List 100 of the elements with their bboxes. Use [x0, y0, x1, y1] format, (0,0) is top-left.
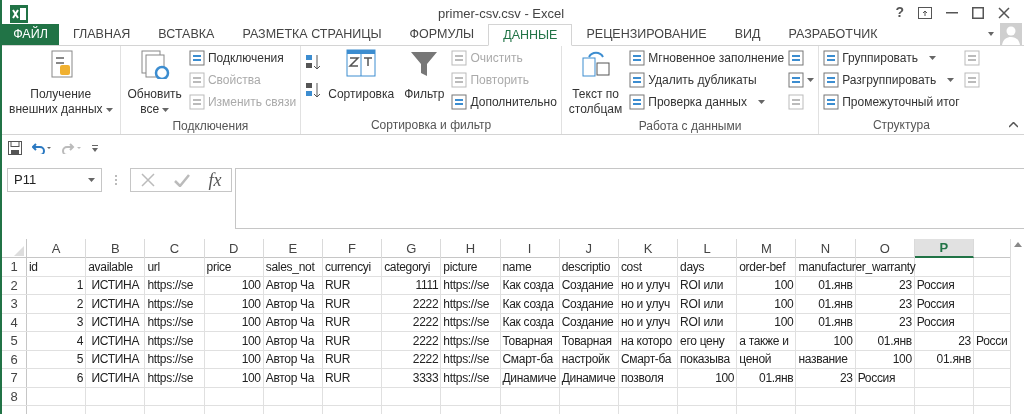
table-cell: 6 [76, 369, 84, 387]
caret-icon [88, 178, 95, 182]
ribbon-button[interactable]: Группировать [823, 49, 960, 66]
column-header[interactable]: E [263, 239, 323, 258]
table-cell: https://se [147, 295, 194, 313]
row-header[interactable]: 7 [10, 368, 18, 388]
column-header[interactable]: L [678, 239, 738, 258]
table-cell-text: название [798, 351, 848, 368]
caret-icon [929, 55, 936, 60]
column-header[interactable]: F [322, 239, 383, 258]
caret-icon [105, 107, 113, 112]
table-cell: name [502, 258, 532, 276]
table-cell: 100 [241, 332, 261, 350]
customize-toolbar-icon[interactable] [92, 144, 98, 152]
excel-logo-icon[interactable] [10, 4, 28, 23]
ribbon-button[interactable]: Промежуточный итог [823, 93, 960, 110]
table-cell-text: 100 [241, 277, 261, 294]
ribbon-button[interactable]: Текст по столбцам [565, 49, 626, 117]
table-cell: ИСТИНА [91, 295, 140, 313]
row-header[interactable]: 6 [10, 349, 18, 369]
ribbon-button[interactable]: Мгновенное заполнение [629, 49, 785, 66]
ribbon-icon-button[interactable] [788, 71, 815, 88]
column-header[interactable]: B [86, 239, 146, 258]
column-header[interactable]: J [559, 239, 619, 258]
caret-icon[interactable] [988, 32, 994, 36]
vertical-scrollbar[interactable] [1010, 239, 1024, 414]
ribbon-button[interactable]: Проверка данных [629, 93, 785, 110]
ribbon-tab[interactable]: ВИД [720, 24, 775, 45]
table-cell: Создание [561, 295, 614, 313]
drag-handle-icon[interactable] [115, 175, 117, 185]
name-box[interactable]: P11 [7, 168, 102, 192]
column-header[interactable]: O [855, 239, 915, 258]
column-header[interactable]: H [441, 239, 501, 258]
ribbon-button[interactable]: Разгруппировать [823, 71, 960, 88]
collapse-ribbon-icon[interactable] [1009, 122, 1018, 128]
table-cell: url [147, 258, 160, 276]
table-cell-text: Россия [857, 369, 896, 387]
table-cell-text: Как созда [502, 277, 554, 294]
ribbon-tab[interactable]: ВСТАВКА [144, 24, 229, 45]
ribbon-tab[interactable]: РАЗМЕТКА СТРАНИЦЫ [228, 24, 396, 45]
column-header[interactable]: C [145, 239, 205, 258]
column-header[interactable]: P [914, 239, 974, 258]
table-cell-text: https://se [147, 277, 194, 294]
scroll-up-icon[interactable] [1013, 242, 1022, 247]
column-header[interactable]: M [737, 239, 797, 258]
table-cell-text: 23 [899, 314, 912, 331]
formula-input-field[interactable] [235, 168, 1024, 229]
column-header[interactable]: D [204, 239, 264, 258]
table-cell-text: 5 [76, 351, 84, 368]
table-cell-text: 01.янв [818, 314, 853, 331]
table-cell: RUR [324, 332, 351, 350]
ribbon-tab[interactable]: РАЗРАБОТЧИК [774, 24, 892, 45]
redo-icon[interactable] [62, 142, 82, 154]
help-button[interactable]: ? [895, 2, 904, 23]
table-cell-text: 2222 [412, 351, 439, 368]
ribbon-button[interactable]: Обновить все [124, 49, 185, 117]
row-header[interactable]: 4 [10, 312, 18, 332]
row-header[interactable]: 1 [10, 257, 18, 277]
ribbon-button[interactable]: Фильтр [401, 49, 448, 102]
list-icon [188, 93, 205, 110]
sort-descending-icon[interactable] [305, 81, 322, 99]
column-header[interactable]: I [500, 239, 560, 258]
file-tab[interactable]: ФАЙЛ [2, 24, 59, 45]
ribbon-button[interactable]: Подключения [188, 49, 297, 66]
row-header[interactable]: 3 [10, 294, 18, 314]
save-icon[interactable] [8, 141, 22, 155]
row-header[interactable]: 2 [10, 275, 18, 295]
cancel-icon[interactable] [140, 173, 155, 187]
table-cell-text: Создание [561, 277, 614, 294]
table-cell: а также и [739, 332, 789, 350]
maximize-icon[interactable] [972, 6, 984, 19]
ribbon-display-icon[interactable] [918, 6, 932, 19]
table-cell-text: Автор Ча [265, 351, 315, 368]
ribbon-button[interactable]: Получение внешних данных [6, 49, 116, 117]
table-cell: 100 [833, 332, 853, 350]
ribbon-tab[interactable]: ГЛАВНАЯ [59, 24, 145, 45]
check-icon[interactable] [173, 173, 190, 187]
table-cell: Автор Ча [265, 369, 315, 387]
column-header[interactable]: N [796, 239, 856, 258]
ribbon-button[interactable]: Удалить дубликаты [629, 71, 785, 88]
table-cell: RUR [324, 369, 351, 387]
row-header[interactable]: 8 [10, 386, 18, 406]
ribbon-tab[interactable]: РЕЦЕНЗИРОВАНИЕ [572, 24, 721, 45]
ribbon-button[interactable]: Дополнительно [451, 93, 557, 110]
close-icon[interactable] [998, 6, 1010, 19]
ribbon-tab[interactable]: ФОРМУЛЫ [395, 24, 489, 45]
column-header[interactable]: G [382, 239, 442, 258]
ribbon-button[interactable]: Сортировка [325, 49, 398, 102]
column-header[interactable]: K [618, 239, 679, 258]
insert-function-button[interactable]: fx [208, 171, 222, 189]
table-cell-text: Росси [976, 332, 1008, 350]
sort-ascending-icon[interactable] [305, 53, 322, 71]
row-header[interactable]: 5 [10, 331, 18, 351]
column-header[interactable]: A [27, 239, 87, 258]
minimize-icon[interactable] [946, 11, 958, 14]
table-cell: Автор Ча [265, 332, 315, 350]
table-cell-text: RUR [324, 277, 351, 294]
undo-icon[interactable] [32, 142, 52, 154]
ribbon-tab[interactable]: ДАННЫЕ [488, 24, 573, 46]
table-cell: Как созда [502, 295, 554, 313]
